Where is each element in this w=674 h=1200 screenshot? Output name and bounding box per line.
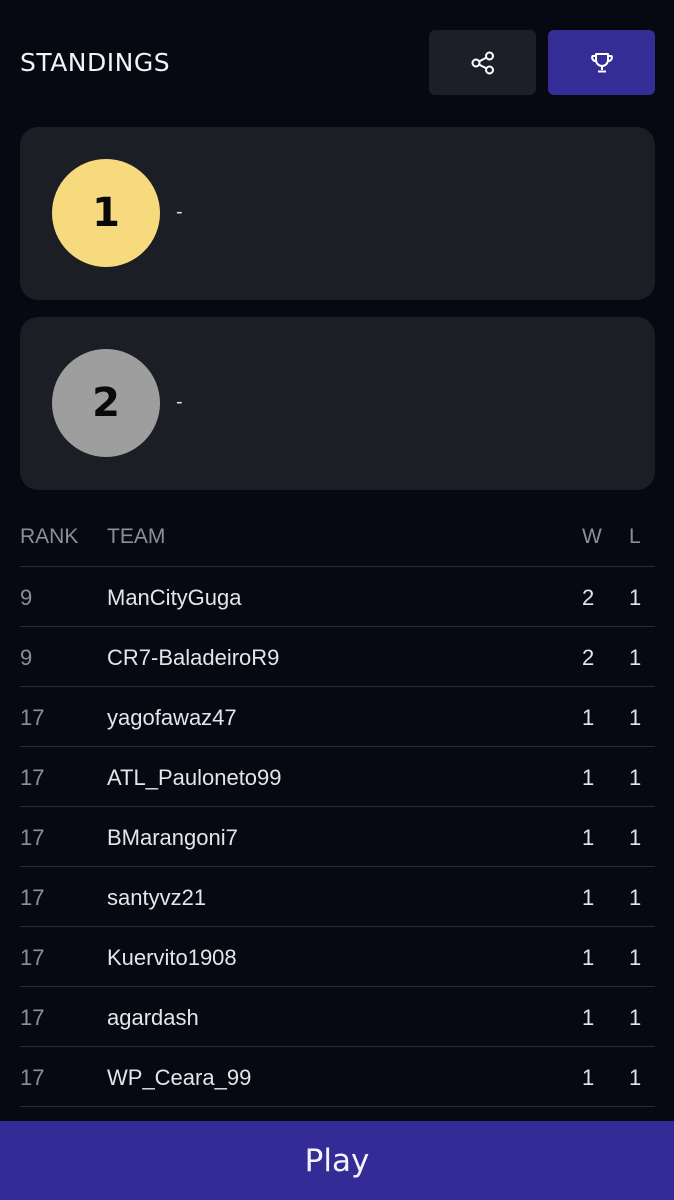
row-losses: 1	[629, 645, 642, 670]
row-losses: 1	[629, 885, 642, 910]
row-losses: 1	[629, 1005, 642, 1030]
table-row[interactable]: 17 yagofawaz47 1 1	[20, 687, 655, 747]
standings-screen: STANDINGS 1 - 2 - RANK TEAM W L 9 ManCit…	[0, 0, 674, 1200]
row-rank: 17	[20, 885, 45, 910]
table-row[interactable]: 17 agardash 1 1	[20, 987, 655, 1047]
row-wins: 1	[582, 885, 595, 910]
row-rank: 17	[20, 825, 45, 850]
table-row[interactable]: 17 Kuervito1908 1 1	[20, 927, 655, 987]
row-rank: 9	[20, 645, 33, 670]
row-wins: 1	[582, 945, 595, 970]
row-team: yagofawaz47	[107, 705, 237, 730]
trophy-icon	[590, 52, 613, 72]
table-row[interactable]: 17 BMarangoni7 1 1	[20, 807, 655, 867]
row-rank: 17	[20, 1065, 45, 1090]
podium-card-first[interactable]: 1 -	[20, 127, 655, 300]
podium-card-second[interactable]: 2 -	[20, 317, 655, 490]
row-wins: 1	[582, 825, 595, 850]
row-losses: 1	[629, 585, 642, 610]
row-losses: 1	[629, 765, 642, 790]
header-team: TEAM	[107, 525, 166, 548]
row-wins: 1	[582, 1005, 595, 1030]
row-wins: 1	[582, 705, 595, 730]
play-button[interactable]: Play	[0, 1121, 674, 1200]
row-wins: 1	[582, 1065, 595, 1090]
header-losses: L	[629, 525, 641, 548]
row-team: Kuervito1908	[107, 945, 237, 970]
row-team: ManCityGuga	[107, 585, 242, 610]
row-team: CR7-BaladeiroR9	[107, 645, 280, 670]
standings-table: RANK TEAM W L 9 ManCityGuga 2 1 9 CR7-Ba…	[20, 507, 655, 1107]
table-header: RANK TEAM W L	[20, 507, 655, 567]
table-row[interactable]: 9 CR7-BaladeiroR9 2 1	[20, 627, 655, 687]
table-row[interactable]: 17 ATL_Pauloneto99 1 1	[20, 747, 655, 807]
row-rank: 9	[20, 585, 33, 610]
table-row[interactable]: 9 ManCityGuga 2 1	[20, 567, 655, 627]
header-wins: W	[582, 525, 602, 548]
row-team: WP_Ceara_99	[107, 1065, 252, 1090]
share-button[interactable]	[429, 30, 536, 95]
share-icon	[471, 51, 494, 74]
page-title: STANDINGS	[20, 48, 171, 77]
row-team: BMarangoni7	[107, 825, 238, 850]
row-rank: 17	[20, 705, 45, 730]
silver-medal: 2	[52, 349, 160, 457]
row-losses: 1	[629, 945, 642, 970]
row-wins: 2	[582, 585, 595, 610]
row-team: ATL_Pauloneto99	[107, 765, 282, 790]
gold-medal: 1	[52, 159, 160, 267]
table-row[interactable]: 17 WP_Ceara_99 1 1	[20, 1047, 655, 1107]
row-rank: 17	[20, 765, 45, 790]
row-losses: 1	[629, 705, 642, 730]
row-team: agardash	[107, 1005, 199, 1030]
header-rank: RANK	[20, 525, 79, 548]
row-wins: 1	[582, 765, 595, 790]
row-losses: 1	[629, 1065, 642, 1090]
podium-name: -	[176, 201, 183, 223]
table-row[interactable]: 17 santyvz21 1 1	[20, 867, 655, 927]
row-losses: 1	[629, 825, 642, 850]
row-rank: 17	[20, 945, 45, 970]
trophy-button[interactable]	[548, 30, 655, 95]
header: STANDINGS	[20, 30, 655, 95]
row-wins: 2	[582, 645, 595, 670]
row-team: santyvz21	[107, 885, 207, 910]
podium-name: -	[176, 391, 183, 413]
row-rank: 17	[20, 1005, 45, 1030]
